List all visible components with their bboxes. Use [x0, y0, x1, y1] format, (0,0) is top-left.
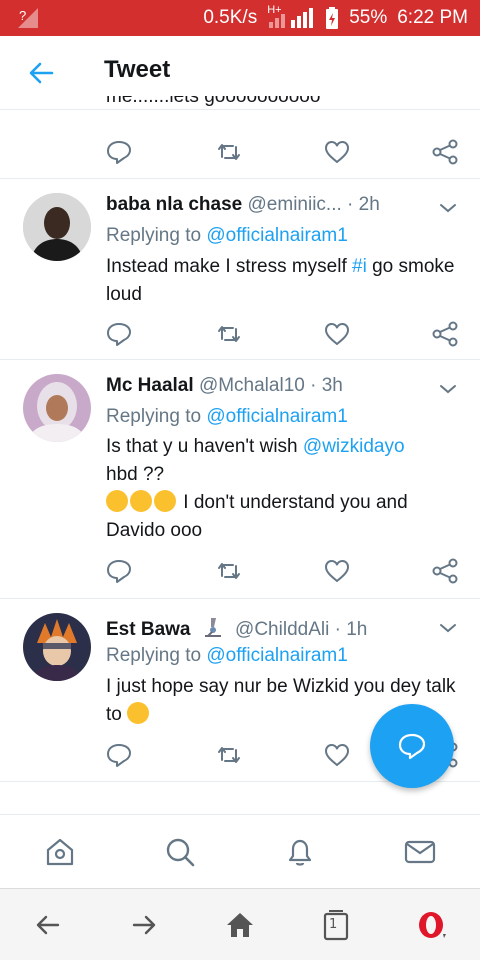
- replying-to: Replying to @officialnairam1: [106, 645, 348, 667]
- tweet-actions: [104, 319, 458, 349]
- battery-icon: [325, 6, 339, 30]
- tweet-item[interactable]: baba nla chase @eminiic... · 2h Replying…: [0, 179, 480, 359]
- share-icon[interactable]: [430, 556, 460, 586]
- separator: ·: [347, 194, 354, 215]
- page-title: Tweet: [104, 56, 171, 83]
- user-handle[interactable]: @Mchalal10: [199, 375, 305, 396]
- chevron-down-icon[interactable]: [438, 382, 458, 396]
- search-icon[interactable]: [163, 835, 197, 869]
- bottom-nav: [0, 814, 480, 888]
- user-handle[interactable]: @eminiic...: [248, 194, 342, 215]
- tweet-item[interactable]: Mc Haalal @Mchalal10 · 3h Replying to @o…: [0, 360, 480, 598]
- reply-icon[interactable]: [104, 319, 134, 349]
- home-icon[interactable]: [43, 835, 77, 869]
- sim-signal-icon: ?: [16, 6, 40, 30]
- hashtag-link[interactable]: #i: [352, 256, 367, 277]
- user-handle[interactable]: @ChilddAli: [235, 619, 329, 640]
- retweet-icon[interactable]: [214, 137, 244, 167]
- tweet-header: Est Bawa @ChilddAli · 1h: [106, 616, 367, 641]
- tweet-text: Instead make I stress myself #i go smoke…: [106, 253, 456, 309]
- display-name[interactable]: Est Bawa: [106, 619, 190, 640]
- like-icon[interactable]: [322, 319, 352, 349]
- previous-tweet-partial: me.......lets goooooooooo: [106, 96, 321, 107]
- mention-link[interactable]: @wizkidayo: [303, 436, 405, 457]
- reply-icon[interactable]: [104, 137, 134, 167]
- sim-indicator: ?: [19, 8, 26, 23]
- compose-reply-button[interactable]: [370, 704, 454, 788]
- replying-label: Replying to: [106, 406, 202, 427]
- browser-toolbar: 1: [0, 888, 480, 960]
- retweet-icon[interactable]: [214, 319, 244, 349]
- browser-forward-icon[interactable]: [128, 909, 160, 941]
- timestamp: 1h: [346, 619, 368, 640]
- replying-to: Replying to @officialnairam1: [106, 406, 348, 428]
- network-type: H+: [267, 4, 282, 16]
- tabs-count: 1: [329, 917, 338, 932]
- tweet-text-part: Instead make I stress myself: [106, 256, 353, 277]
- replying-mention[interactable]: @officialnairam1: [206, 406, 347, 427]
- chevron-down-icon[interactable]: [438, 621, 458, 635]
- compose-reply-icon: [398, 733, 426, 760]
- retweet-icon[interactable]: [214, 740, 244, 770]
- browser-home-icon[interactable]: [224, 909, 256, 941]
- opera-menu-icon[interactable]: [416, 909, 448, 941]
- network-speed: 0.5K/s: [203, 7, 258, 28]
- timestamp: 3h: [321, 375, 343, 396]
- tweet-header: baba nla chase @eminiic... · 2h: [106, 194, 380, 216]
- unamused-emoji-icon: [127, 702, 150, 724]
- messages-icon[interactable]: [403, 835, 437, 869]
- share-icon[interactable]: [430, 137, 460, 167]
- browser-back-icon[interactable]: [32, 909, 64, 941]
- tabs-icon[interactable]: 1: [320, 909, 352, 941]
- display-name[interactable]: baba nla chase: [106, 194, 242, 215]
- like-icon[interactable]: [322, 556, 352, 586]
- reply-icon[interactable]: [104, 556, 134, 586]
- like-icon[interactable]: [322, 740, 352, 770]
- share-icon[interactable]: [430, 319, 460, 349]
- status-bar: ? 0.5K/s H+ 55% 6:22 PM: [0, 0, 480, 36]
- microscope-icon: [202, 616, 224, 638]
- arrow-left-icon[interactable]: [26, 58, 58, 88]
- laughing-emoji-icon: [106, 490, 128, 512]
- replying-to: Replying to @officialnairam1: [106, 225, 348, 247]
- display-name[interactable]: Mc Haalal: [106, 375, 194, 396]
- avatar[interactable]: [23, 374, 91, 442]
- like-icon[interactable]: [322, 137, 352, 167]
- laughing-emoji-icon: [130, 490, 152, 512]
- tweet-text-line: hbd ??: [106, 464, 165, 485]
- notifications-icon[interactable]: [283, 835, 317, 869]
- separator: ·: [310, 375, 317, 396]
- avatar[interactable]: [23, 193, 91, 261]
- laughing-emoji-icon: [154, 490, 176, 512]
- replying-mention[interactable]: @officialnairam1: [206, 225, 347, 246]
- chevron-down-icon[interactable]: [438, 201, 458, 215]
- previous-tweet-text: me.......lets goooooooooo: [106, 96, 366, 116]
- timestamp: 2h: [358, 194, 380, 215]
- retweet-icon[interactable]: [214, 556, 244, 586]
- tweet-actions: [104, 137, 458, 167]
- tweet-actions: [104, 556, 458, 586]
- battery-level: 55%: [349, 7, 388, 28]
- reply-icon[interactable]: [104, 740, 134, 770]
- tweet-text-part: Is that y u haven't wish: [106, 436, 303, 457]
- tweet-text: Is that y u haven't wish @wizkidayo hbd …: [106, 433, 456, 545]
- replying-mention[interactable]: @officialnairam1: [206, 645, 347, 666]
- separator: ·: [334, 619, 341, 640]
- avatar[interactable]: [23, 613, 91, 681]
- tweet-header: Mc Haalal @Mchalal10 · 3h: [106, 375, 343, 397]
- clock: 6:22 PM: [397, 7, 468, 28]
- replying-label: Replying to: [106, 225, 202, 246]
- signal-icon: H+: [267, 4, 315, 30]
- replying-label: Replying to: [106, 645, 202, 666]
